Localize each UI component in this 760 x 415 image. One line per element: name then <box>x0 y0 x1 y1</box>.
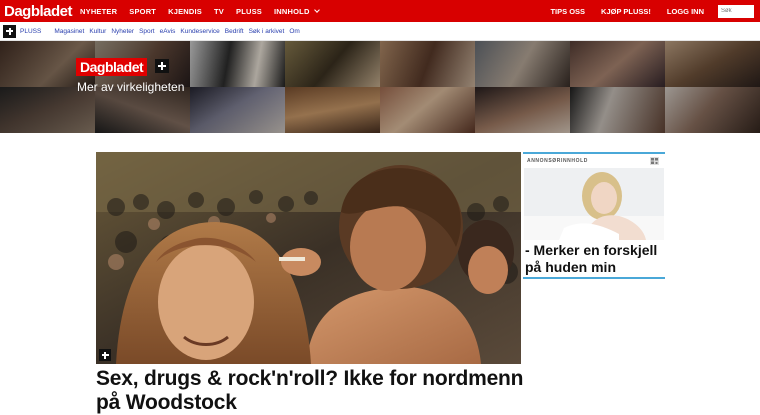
ad-image[interactable] <box>524 168 664 240</box>
nav-link-sport[interactable]: SPORT <box>129 7 156 16</box>
subnav-link-om[interactable]: Om <box>289 28 299 35</box>
qr-icon <box>650 157 659 165</box>
banner-brand-logo: Dagbladet <box>76 58 148 76</box>
nav-link-tv[interactable]: TV <box>214 7 224 16</box>
plus-icon[interactable] <box>3 24 16 38</box>
main-nav-links: NYHETER SPORT KJENDIS TV PLUSS INNHOLD <box>72 0 320 22</box>
nav-link-innhold-wrap[interactable]: INNHOLD <box>274 6 320 16</box>
banner-brand-text: Dagbladet <box>80 59 144 75</box>
subnav-link-bedrift[interactable]: Bedrift <box>225 28 244 35</box>
top-right-nav: TIPS OSS KJØP PLUSS! LOGG INN <box>534 0 754 22</box>
subnav-link-sport[interactable]: Sport <box>139 28 155 35</box>
subnav-link-sok-arkivet[interactable]: Søk i arkivet <box>249 28 285 35</box>
subnav-link-eavis[interactable]: eAvis <box>160 28 176 35</box>
subnav-link-nyheter[interactable]: Nyheter <box>111 28 134 35</box>
article-photo <box>96 152 521 364</box>
top-navigation-bar: Dagbladet NYHETER SPORT KJENDIS TV PLUSS… <box>0 0 760 22</box>
pluss-banner[interactable]: Dagbladet Mer av virkeligheten <box>0 41 760 133</box>
banner-tagline: Mer av virkeligheten <box>77 80 185 94</box>
article-image[interactable] <box>96 152 521 364</box>
pluss-label[interactable]: PLUSS <box>20 28 41 35</box>
plus-icon <box>99 349 111 361</box>
subnav-link-kundeservice[interactable]: Kundeservice <box>180 28 219 35</box>
nav-link-pluss[interactable]: PLUSS <box>236 7 262 16</box>
ad-title[interactable]: - Merker en forskjell på huden min <box>525 242 665 276</box>
nav-link-nyheter[interactable]: NYHETER <box>80 7 117 16</box>
subnav-link-kultur[interactable]: Kultur <box>89 28 106 35</box>
article-headline[interactable]: Sex, drugs & rock'n'roll? Ikke for nordm… <box>96 367 536 415</box>
ad-card[interactable]: ANNONSØRINNHOLD - Merker en forskjell på… <box>523 152 665 279</box>
search-input[interactable] <box>718 4 754 18</box>
nav-link-kjendis[interactable]: KJENDIS <box>168 7 202 16</box>
pluss-subnav: PLUSS Magasinet Kultur Nyheter Sport eAv… <box>0 22 760 41</box>
login-link[interactable]: LOGG INN <box>667 7 704 16</box>
subnav-link-magasinet[interactable]: Magasinet <box>54 28 84 35</box>
ad-photo <box>524 168 664 240</box>
nav-link-innhold: INNHOLD <box>274 6 310 16</box>
site-logo[interactable]: Dagbladet <box>0 3 73 20</box>
tips-oss-link[interactable]: TIPS OSS <box>550 7 585 16</box>
buy-pluss-link[interactable]: KJØP PLUSS! <box>601 7 651 16</box>
plus-icon <box>155 59 169 73</box>
ad-label: ANNONSØRINNHOLD <box>527 158 588 164</box>
chevron-down-icon <box>313 6 320 13</box>
